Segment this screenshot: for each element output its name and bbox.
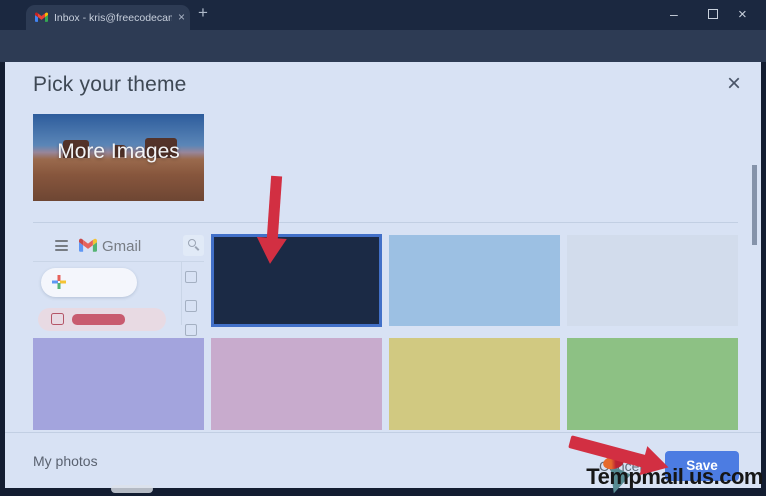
search-icon	[183, 235, 204, 256]
window-close-button[interactable]: ×	[738, 6, 747, 23]
theme-swatch-lavender[interactable]	[33, 338, 204, 430]
more-images-label: More Images	[33, 140, 204, 164]
theme-swatch-dark-selected[interactable]	[211, 234, 382, 327]
divider	[33, 261, 204, 262]
theme-swatch-light-blue[interactable]	[389, 235, 560, 326]
theme-picker-dialog: Pick your theme × More Images Gmail	[5, 62, 761, 488]
scrollbar-thumb[interactable]	[752, 165, 757, 245]
my-photos-link[interactable]: My photos	[33, 453, 98, 469]
hamburger-menu-icon	[55, 245, 68, 247]
gmail-favicon-icon	[35, 12, 48, 22]
inbox-label-bar	[72, 314, 125, 325]
theme-swatch-soft-gray[interactable]	[567, 235, 738, 326]
window-maximize-button[interactable]	[708, 9, 718, 19]
tab-title: Inbox - kris@freecodecamp.org - fre	[54, 12, 172, 24]
compose-label-bar	[111, 485, 153, 493]
checkbox	[185, 271, 197, 283]
checkbox	[185, 324, 197, 336]
tab-close-icon[interactable]: ×	[178, 10, 185, 24]
inbox-icon	[51, 313, 64, 325]
browser-window: Inbox - kris@freecodecamp.org - fre × + …	[0, 0, 766, 496]
compose-button	[41, 268, 137, 297]
tab-gmail-inbox[interactable]: Inbox - kris@freecodecamp.org - fre ×	[26, 5, 190, 30]
theme-swatch-pink[interactable]	[211, 338, 382, 430]
new-tab-button[interactable]: +	[198, 3, 208, 23]
more-images-thumbnail[interactable]: More Images	[33, 114, 204, 201]
gmail-logo-text: Gmail	[102, 238, 141, 255]
dialog-close-icon[interactable]: ×	[727, 70, 741, 98]
theme-swatch-olive[interactable]	[389, 338, 560, 430]
hamburger-menu-icon	[55, 240, 68, 242]
gmail-logo-icon	[79, 238, 97, 252]
annotation-arrow-theme	[255, 175, 291, 267]
window-minimize-button[interactable]: –	[670, 6, 678, 22]
checkbox	[185, 300, 197, 312]
divider	[5, 432, 761, 433]
browser-toolbar: ← → mail.google.com/mail/u/0/#inbox ☆ 1 …	[0, 30, 766, 62]
dialog-title: Pick your theme	[33, 73, 187, 97]
tab-strip: Inbox - kris@freecodecamp.org - fre × + …	[0, 0, 766, 30]
theme-swatch-green[interactable]	[567, 338, 738, 430]
divider	[33, 222, 738, 223]
divider	[181, 262, 182, 325]
hamburger-menu-icon	[55, 249, 68, 251]
compose-plus-icon	[52, 275, 66, 289]
